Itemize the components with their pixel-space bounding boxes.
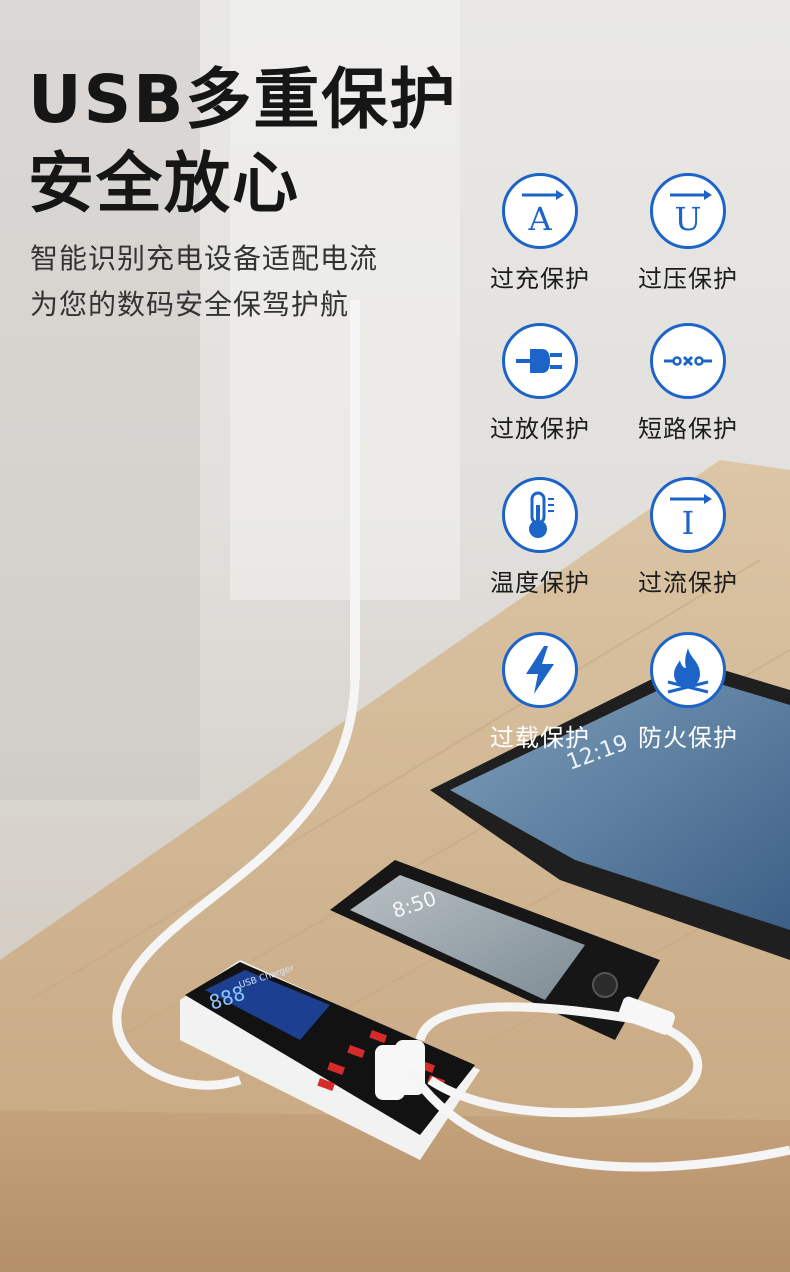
feature-overload: 过载保护 [465, 632, 615, 753]
overcurrent-icon: I [650, 477, 726, 553]
wall-cable [350, 300, 360, 680]
svg-text:A: A [527, 200, 552, 238]
svg-text:U: U [675, 200, 702, 238]
lightning-icon [502, 632, 578, 708]
feature-short-circuit: 短路保护 [613, 323, 763, 444]
headline-line1: USB多重保护 [28, 61, 458, 138]
feature-fireproof: 防火保护 [613, 632, 763, 753]
feature-temperature: 温度保护 [465, 477, 615, 598]
feature-label: 过载保护 [490, 724, 590, 752]
feature-overvoltage: U 过压保护 [613, 173, 763, 294]
feature-label: 过流保护 [638, 569, 738, 597]
feature-overcharge: A 过充保护 [465, 173, 615, 294]
feature-label: 过放保护 [490, 415, 590, 443]
feature-label: 短路保护 [638, 415, 738, 443]
feature-overcurrent: I 过流保护 [613, 477, 763, 598]
subtitle: 智能识别充电设备适配电流 为您的数码安全保驾护航 [30, 236, 378, 328]
overvoltage-icon: U [650, 173, 726, 249]
product-banner: 12:19 8:50 888 USB Charger USB多重保护 安全放心 … [0, 0, 790, 1272]
subtitle-line1: 智能识别充电设备适配电流 [30, 242, 379, 275]
headline: USB多重保护 安全放心 [28, 58, 457, 226]
headline-line2: 安全放心 [28, 145, 300, 222]
flame-icon [650, 632, 726, 708]
thermometer-icon [502, 477, 578, 553]
overcharge-icon: A [502, 173, 578, 249]
feature-overdischarge: 过放保护 [465, 323, 615, 444]
feature-label: 过充保护 [490, 265, 590, 293]
short-circuit-icon [650, 323, 726, 399]
plug-icon [502, 323, 578, 399]
feature-label: 过压保护 [638, 265, 738, 293]
svg-text:I: I [682, 504, 695, 542]
feature-label: 温度保护 [490, 569, 590, 597]
feature-label: 防火保护 [638, 724, 738, 752]
subtitle-line2: 为您的数码安全保驾护航 [30, 288, 350, 321]
